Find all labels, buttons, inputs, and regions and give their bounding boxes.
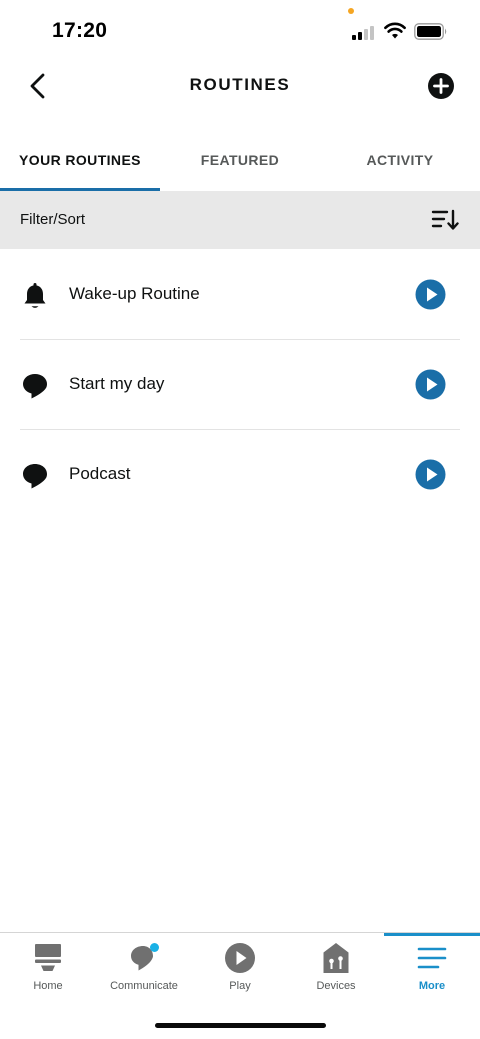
nav-more[interactable]: More bbox=[384, 933, 480, 1003]
mic-indicator-dot bbox=[348, 8, 354, 14]
nav-label: More bbox=[418, 980, 446, 992]
filter-sort-label: Filter/Sort bbox=[20, 211, 86, 228]
sort-icon[interactable] bbox=[431, 208, 459, 232]
add-routine-button[interactable] bbox=[427, 72, 455, 100]
nav-play[interactable]: Play bbox=[192, 933, 288, 1003]
tab-label: FEATURED bbox=[200, 152, 280, 168]
status-bar: 17:20 bbox=[0, 0, 480, 64]
nav-home[interactable]: Home bbox=[0, 933, 96, 1003]
routine-label: Wake-up Routine bbox=[69, 284, 200, 303]
tab-featured[interactable]: FEATURED bbox=[160, 132, 320, 191]
header: ROUTINES bbox=[0, 60, 480, 112]
devices-icon bbox=[323, 943, 349, 973]
home-icon bbox=[35, 944, 61, 971]
play-icon bbox=[225, 943, 255, 973]
tab-your-routines[interactable]: YOUR ROUTINES bbox=[0, 132, 160, 191]
menu-icon bbox=[417, 947, 447, 969]
home-indicator[interactable] bbox=[155, 1023, 326, 1028]
tab-bar: YOUR ROUTINES FEATURED ACTIVITY bbox=[0, 132, 480, 191]
play-routine-button[interactable] bbox=[415, 459, 446, 490]
routine-item-podcast[interactable]: Podcast bbox=[0, 430, 480, 520]
status-time: 17:20 bbox=[52, 19, 108, 42]
nav-communicate[interactable]: Communicate bbox=[96, 933, 192, 1003]
nav-label: Communicate bbox=[110, 980, 178, 992]
nav-label: Devices bbox=[316, 980, 356, 992]
tab-activity[interactable]: ACTIVITY bbox=[320, 132, 480, 191]
nav-devices[interactable]: Devices bbox=[288, 933, 384, 1003]
routine-item-wake-up-routine[interactable]: Wake-up Routine bbox=[0, 250, 480, 340]
alarm-bell-icon bbox=[24, 283, 46, 308]
battery-icon bbox=[414, 23, 447, 40]
page-title: ROUTINES bbox=[189, 75, 291, 94]
cellular-signal-icon bbox=[352, 24, 376, 40]
routine-item-start-my-day[interactable]: Start my day bbox=[0, 340, 480, 430]
nav-label: Play bbox=[229, 980, 251, 992]
routine-list: Wake-up Routine Start my day Podcast bbox=[0, 250, 480, 520]
play-routine-button[interactable] bbox=[415, 279, 446, 310]
speech-bubble-icon bbox=[23, 464, 47, 489]
tab-label: YOUR ROUTINES bbox=[19, 152, 141, 168]
filter-sort-bar[interactable]: Filter/Sort bbox=[0, 191, 480, 249]
play-routine-button[interactable] bbox=[415, 369, 446, 400]
speech-bubble-icon bbox=[23, 374, 47, 399]
nav-label: Home bbox=[33, 980, 63, 992]
wifi-icon bbox=[384, 22, 406, 39]
routine-label: Start my day bbox=[69, 374, 165, 393]
tab-label: ACTIVITY bbox=[366, 152, 434, 168]
active-nav-indicator bbox=[384, 933, 480, 936]
communicate-icon bbox=[131, 943, 159, 971]
routine-label: Podcast bbox=[69, 464, 131, 483]
